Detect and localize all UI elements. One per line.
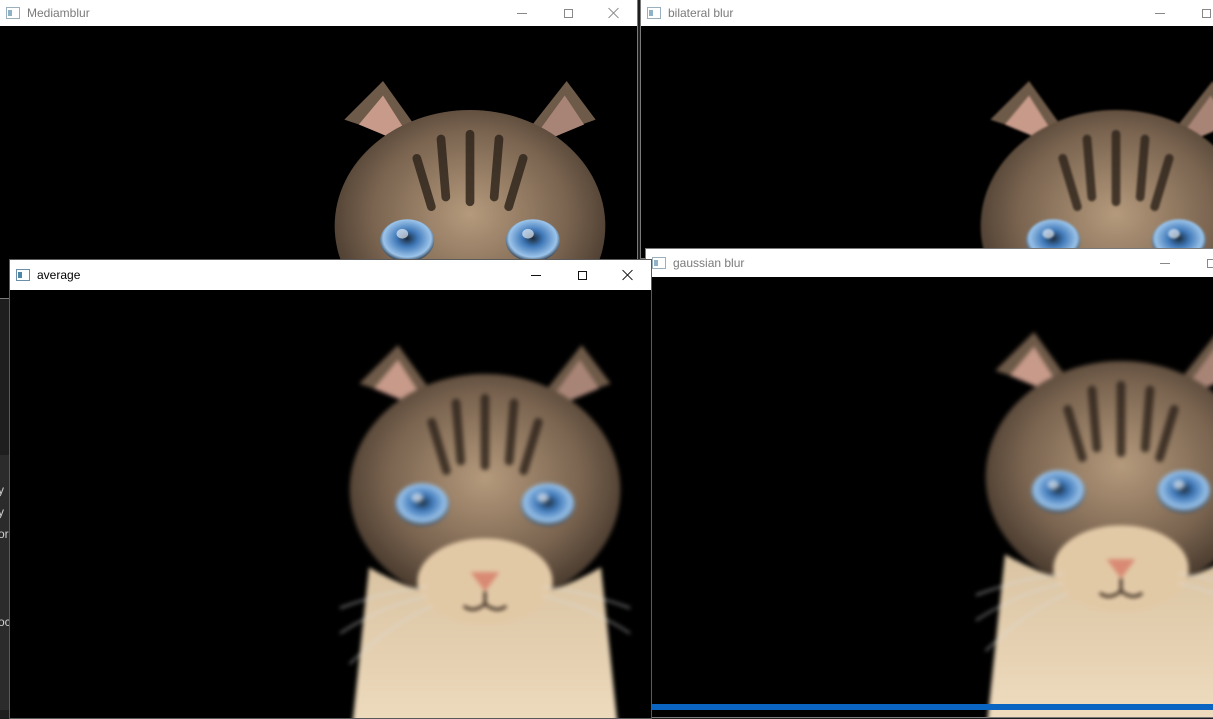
- minimize-icon: [1160, 263, 1170, 264]
- mediamblur-titlebar[interactable]: Mediamblur: [0, 0, 637, 26]
- gaussian-blur-titlebar[interactable]: gaussian blur: [646, 249, 1213, 277]
- cat-image: [971, 81, 1213, 258]
- minimize-icon: [1155, 13, 1165, 14]
- average-window[interactable]: average: [9, 259, 652, 719]
- average-titlebar[interactable]: average: [10, 260, 651, 290]
- bg-text-fragment: or: [0, 527, 9, 541]
- image-canvas: [641, 26, 1213, 258]
- close-icon: [608, 7, 620, 19]
- maximize-icon: [1202, 9, 1211, 18]
- minimize-button[interactable]: [1142, 249, 1188, 277]
- minimize-button[interactable]: [1137, 0, 1183, 26]
- bilateral-blur-window[interactable]: bilateral blur: [640, 0, 1213, 259]
- maximize-button[interactable]: [559, 260, 605, 290]
- cat-image: [976, 332, 1213, 717]
- bg-text-fragment: y: [0, 483, 4, 497]
- taskbar-fragment: [652, 704, 1213, 710]
- image-canvas: [10, 290, 651, 718]
- maximize-icon: [578, 271, 587, 280]
- image-canvas: [0, 26, 637, 298]
- maximize-icon: [564, 9, 573, 18]
- mediamblur-window[interactable]: Mediamblur: [0, 0, 638, 299]
- close-button[interactable]: [605, 260, 651, 290]
- gaussian-blur-window[interactable]: gaussian blur: [645, 248, 1213, 718]
- window-title: Mediamblur: [27, 6, 499, 20]
- maximize-button[interactable]: [1183, 0, 1213, 26]
- cat-image: [340, 345, 630, 718]
- maximize-icon: [1207, 259, 1213, 268]
- maximize-button[interactable]: [1188, 249, 1213, 277]
- app-window-icon: [647, 7, 661, 19]
- bg-text-fragment: y: [0, 505, 4, 519]
- close-button[interactable]: [591, 0, 637, 26]
- app-window-icon: [16, 269, 30, 281]
- minimize-button[interactable]: [499, 0, 545, 26]
- app-window-icon: [652, 257, 666, 269]
- close-icon: [622, 269, 634, 281]
- window-title: gaussian blur: [673, 256, 1142, 270]
- minimize-icon: [531, 275, 541, 276]
- minimize-icon: [517, 13, 527, 14]
- bilateral-blur-titlebar[interactable]: bilateral blur: [641, 0, 1213, 26]
- window-title: average: [37, 268, 513, 282]
- app-window-icon: [6, 7, 20, 19]
- maximize-button[interactable]: [545, 0, 591, 26]
- image-canvas: [646, 277, 1213, 717]
- minimize-button[interactable]: [513, 260, 559, 290]
- window-title: bilateral blur: [668, 6, 1137, 20]
